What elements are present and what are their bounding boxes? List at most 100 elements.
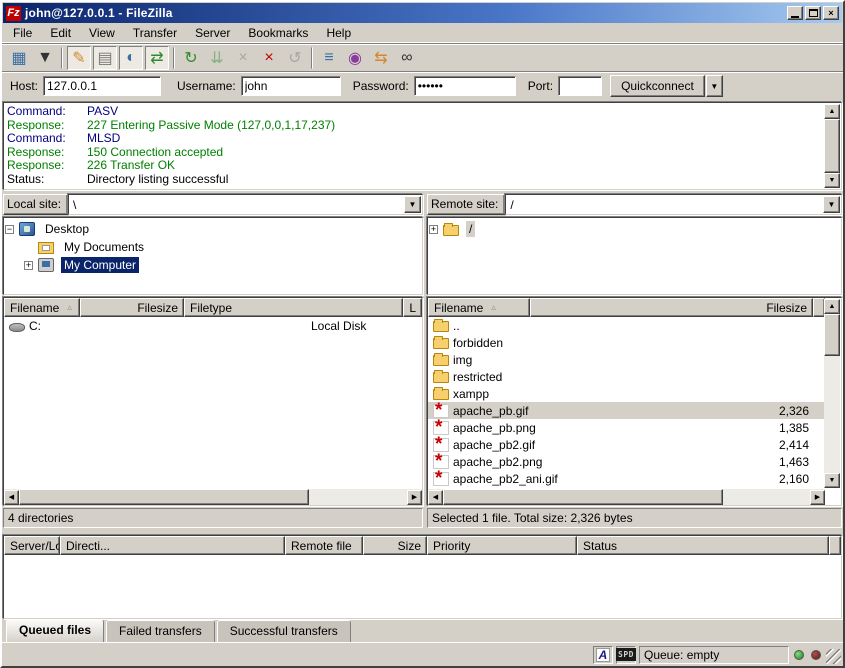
site-manager-button[interactable]: ▦ <box>7 46 31 70</box>
menu-item[interactable]: Help <box>317 24 360 42</box>
filter-button[interactable]: ≡ <box>317 46 341 70</box>
scroll-down-icon[interactable]: ▼ <box>824 173 840 188</box>
search-button[interactable]: ∞ <box>395 46 419 70</box>
compare-button[interactable]: ◉ <box>343 46 367 70</box>
scroll-down-icon[interactable]: ▼ <box>824 473 840 488</box>
scroll-right-icon[interactable]: ▶ <box>810 490 825 505</box>
log-scrollbar[interactable]: ▲ ▼ <box>824 104 840 188</box>
column-header[interactable]: Filesize <box>80 298 184 317</box>
toggle-remote-tree-button[interactable]: ◐ <box>119 46 143 70</box>
process-queue-button[interactable]: ⇊ <box>205 46 229 70</box>
disconnect-button: × <box>264 49 273 67</box>
scroll-left-icon[interactable]: ◀ <box>428 490 443 505</box>
menu-item[interactable]: File <box>4 24 41 42</box>
scroll-right-icon[interactable]: ▶ <box>407 490 422 505</box>
file-row[interactable]: apache_pb2_ani.gif 2,160 <box>428 470 825 487</box>
queue-body[interactable] <box>4 555 841 618</box>
maximize-button[interactable] <box>805 6 821 20</box>
transfer-type-indicator[interactable]: A <box>593 646 613 664</box>
tree-item-label[interactable]: My Computer <box>61 257 139 273</box>
menu-item[interactable]: View <box>80 24 124 42</box>
speed-limit-indicator[interactable]: SPD <box>616 646 636 664</box>
toggle-queue-button[interactable]: ⇄ <box>145 46 169 70</box>
column-header[interactable]: L <box>403 298 422 317</box>
menu-item[interactable]: Bookmarks <box>239 24 317 42</box>
quickconnect-button[interactable]: Quickconnect <box>610 75 705 97</box>
toolbar-separator[interactable] <box>61 47 63 69</box>
column-header[interactable]: Filename ▵ <box>428 298 530 317</box>
file-row[interactable]: xampp <box>428 385 825 402</box>
toggle-log-button[interactable]: ✎ <box>67 46 91 70</box>
host-input[interactable] <box>43 76 161 96</box>
column-header[interactable] <box>829 536 841 555</box>
minimize-button[interactable] <box>787 6 803 20</box>
site-manager-dropdown[interactable]: ▼ <box>33 46 57 70</box>
toggle-remote-tree-button: ◐ <box>126 49 136 67</box>
local-site-combo[interactable]: \ ▼ <box>68 194 423 215</box>
reconnect-button[interactable]: ↺ <box>283 46 307 70</box>
file-row[interactable]: .. <box>428 317 825 334</box>
column-header[interactable]: Filename ▵ <box>4 298 80 317</box>
menu-item[interactable]: Edit <box>41 24 80 42</box>
remote-hscrollbar[interactable]: ◀ ▶ <box>428 489 825 505</box>
file-row[interactable]: apache_pb.gif 2,326 <box>428 402 825 419</box>
local-site-dropdown[interactable]: ▼ <box>404 196 421 213</box>
tree-expander[interactable]: − <box>5 225 14 234</box>
scroll-up-icon[interactable]: ▲ <box>824 104 840 119</box>
username-input[interactable] <box>241 76 341 96</box>
close-button[interactable]: × <box>823 6 839 20</box>
file-row[interactable]: apache_pb2.png 1,463 <box>428 453 825 470</box>
remote-vscrollbar[interactable]: ▲ ▼ <box>824 299 840 488</box>
tree-item-label[interactable]: / <box>466 221 475 237</box>
cancel-button[interactable]: × <box>231 46 255 70</box>
tree-item-label[interactable]: My Documents <box>61 239 147 255</box>
scroll-up-icon[interactable]: ▲ <box>824 299 840 314</box>
tree-item[interactable]: + / <box>429 220 840 238</box>
scrollbar-thumb[interactable] <box>19 489 309 505</box>
remote-site-combo[interactable]: / ▼ <box>505 194 842 215</box>
menu-item[interactable]: Server <box>186 24 239 42</box>
column-header[interactable]: Status <box>577 536 829 555</box>
column-header[interactable]: Server/Local file <box>4 536 60 555</box>
tree-item[interactable]: − Desktop <box>5 220 421 238</box>
toolbar-separator[interactable] <box>311 47 313 69</box>
disconnect-button[interactable]: × <box>257 46 281 70</box>
quickconnect-dropdown[interactable]: ▼ <box>706 75 723 97</box>
tree-item-label[interactable]: Desktop <box>42 221 92 237</box>
file-row[interactable]: C: Local Disk <box>4 317 422 334</box>
scrollbar-thumb[interactable] <box>443 489 723 505</box>
scrollbar-thumb[interactable] <box>824 119 840 173</box>
menu-item[interactable]: Transfer <box>124 24 186 42</box>
queue-tab[interactable]: Queued files <box>6 619 104 643</box>
remote-site-dropdown[interactable]: ▼ <box>823 196 840 213</box>
toolbar-separator[interactable] <box>173 47 175 69</box>
column-header[interactable]: Directi... <box>60 536 285 555</box>
file-row[interactable]: img <box>428 351 825 368</box>
file-size <box>230 317 306 334</box>
sync-browsing-button[interactable]: ⇆ <box>369 46 393 70</box>
file-row[interactable]: restricted <box>428 368 825 385</box>
column-header[interactable]: Filetype <box>184 298 403 317</box>
refresh-button[interactable]: ↻ <box>179 46 203 70</box>
queue-tab[interactable]: Successful transfers <box>217 620 351 642</box>
tree-expander[interactable]: + <box>429 225 438 234</box>
local-hscrollbar[interactable]: ◀ ▶ <box>4 489 422 505</box>
title-bar[interactable]: Fz john@127.0.0.1 - FileZilla × <box>3 3 842 23</box>
port-input[interactable] <box>558 76 602 96</box>
resize-grip[interactable] <box>826 649 841 664</box>
queue-tab[interactable]: Failed transfers <box>106 620 215 642</box>
scrollbar-thumb[interactable] <box>824 314 840 356</box>
column-header[interactable]: Filesize <box>530 298 813 317</box>
scroll-left-icon[interactable]: ◀ <box>4 490 19 505</box>
password-input[interactable] <box>414 76 516 96</box>
file-row[interactable]: apache_pb2.gif 2,414 <box>428 436 825 453</box>
column-header[interactable]: Size <box>363 536 427 555</box>
file-row[interactable]: apache_pb.png 1,385 <box>428 419 825 436</box>
column-header[interactable]: Priority <box>427 536 577 555</box>
toggle-local-tree-button[interactable]: ▤ <box>93 46 117 70</box>
tree-expander[interactable]: + <box>24 261 33 270</box>
tree-item[interactable]: + My Computer <box>24 256 421 274</box>
file-row[interactable]: forbidden <box>428 334 825 351</box>
tree-item[interactable]: My Documents <box>24 238 421 256</box>
column-header[interactable]: Remote file <box>285 536 363 555</box>
